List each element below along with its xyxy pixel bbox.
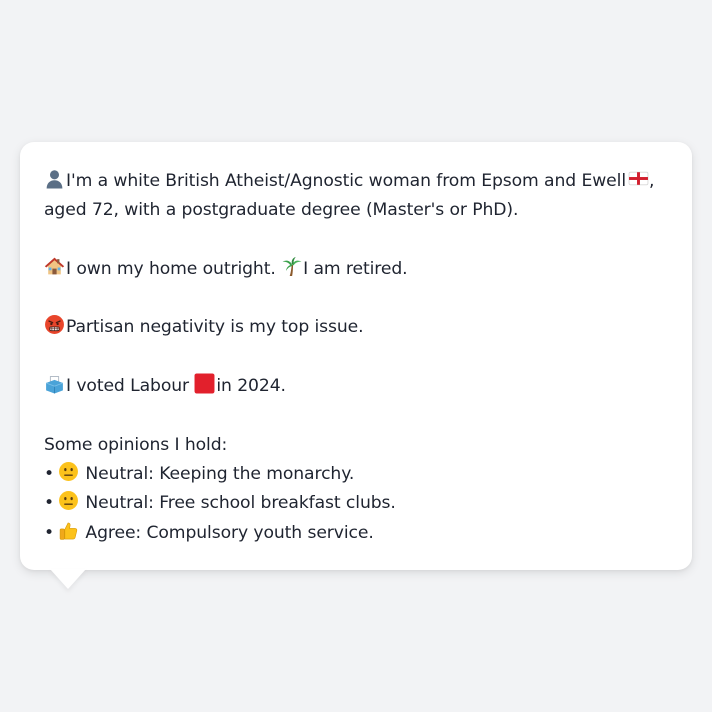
opinion-text: Neutral: Keeping the monarchy.	[85, 463, 355, 484]
speech-bubble-tail	[50, 569, 86, 589]
identity-line-1: I'm a white British Atheist/Agnostic wom…	[44, 167, 668, 196]
opinion-text: Neutral: Free school breakfast clubs.	[85, 493, 396, 514]
ballot-box-icon	[44, 373, 65, 394]
vote-line: I voted Labour in 2024.	[44, 372, 668, 401]
identity-comma: ,	[649, 171, 655, 191]
work-text: I am retired.	[303, 258, 408, 279]
opinion-text: Agree: Compulsory youth service.	[85, 522, 374, 543]
red-square-icon	[194, 373, 215, 394]
opinion-item: • Neutral: Free school breakfast clubs.	[44, 489, 668, 518]
thumbs-up-icon	[58, 520, 79, 541]
bullet-marker: •	[44, 522, 55, 543]
bullet-marker: •	[44, 493, 55, 514]
vote-text-after: in 2024.	[216, 376, 286, 397]
identity-text: I'm a white British Atheist/Agnostic wom…	[66, 171, 626, 191]
vote-text-before: I voted Labour	[66, 376, 189, 397]
top-issue-text: Partisan negativity is my top issue.	[66, 317, 364, 338]
home-text: I own my home outright.	[66, 258, 276, 279]
palm-tree-icon	[281, 256, 302, 277]
top-issue-line: Partisan negativity is my top issue.	[44, 313, 668, 342]
bullet-marker: •	[44, 463, 55, 484]
neutral-face-icon	[58, 461, 79, 482]
neutral-face-icon	[58, 490, 79, 511]
identity-line-2: aged 72, with a postgraduate degree (Mas…	[44, 200, 519, 221]
opinion-item: • Neutral: Keeping the monarchy.	[44, 460, 668, 489]
profile-card: I'm a white British Atheist/Agnostic wom…	[20, 142, 692, 570]
home-line: I own my home outright. I am retired.	[44, 255, 668, 284]
england-flag-icon	[628, 168, 649, 189]
opinion-item: • Agree: Compulsory youth service.	[44, 519, 668, 548]
angry-face-icon	[44, 314, 65, 335]
person-silhouette-icon	[44, 168, 65, 189]
opinions-heading: Some opinions I hold:	[44, 434, 228, 455]
house-icon	[44, 256, 65, 277]
